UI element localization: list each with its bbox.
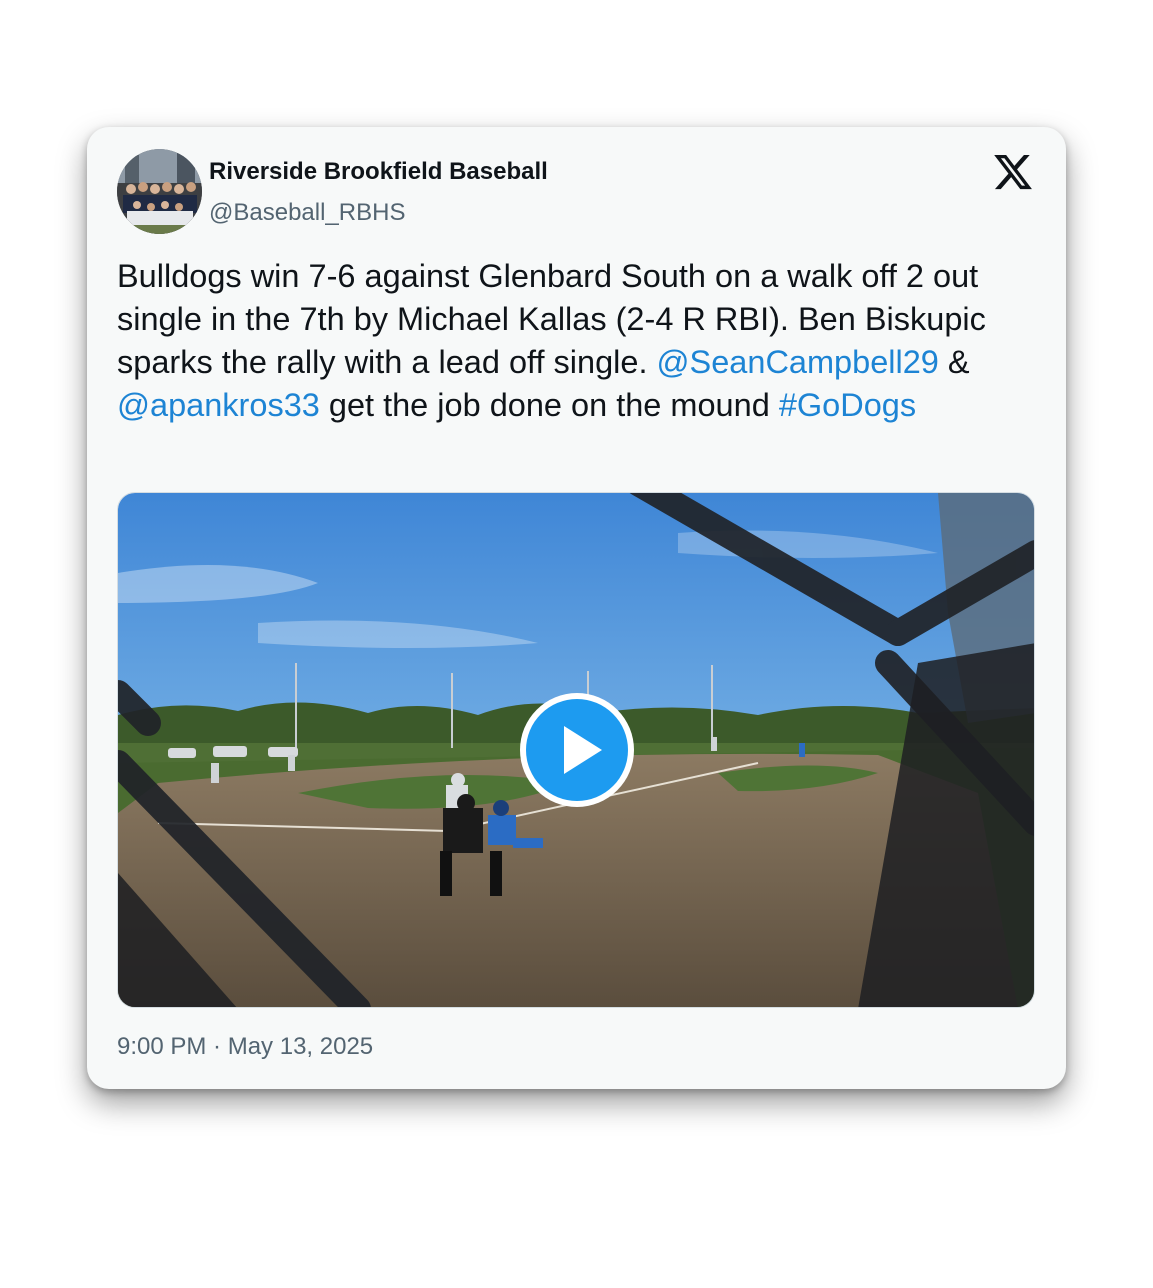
video-player[interactable] (117, 492, 1035, 1008)
tweet-text: Bulldogs win 7-6 against Glenbard South … (117, 255, 1022, 427)
hashtag-link-godogs[interactable]: #GoDogs (779, 387, 916, 423)
tweet-timestamp[interactable]: 9:00 PM · May 13, 2025 (117, 1033, 373, 1061)
account-avatar[interactable] (117, 149, 202, 234)
tweet-text-part: & (938, 344, 970, 380)
play-icon (520, 693, 634, 807)
tweet-text-part: get the job done on the mound (319, 387, 779, 423)
account-display-name[interactable]: Riverside Brookfield Baseball (209, 158, 548, 186)
mention-link-seancampbell29[interactable]: @SeanCampbell29 (657, 344, 939, 380)
x-logo-icon[interactable] (992, 151, 1034, 193)
tweet-card: Riverside Brookfield Baseball @Baseball_… (87, 127, 1066, 1089)
mention-link-apankros33[interactable]: @apankros33 (117, 387, 320, 423)
account-handle[interactable]: @Baseball_RBHS (209, 199, 405, 227)
play-button[interactable] (518, 691, 636, 809)
